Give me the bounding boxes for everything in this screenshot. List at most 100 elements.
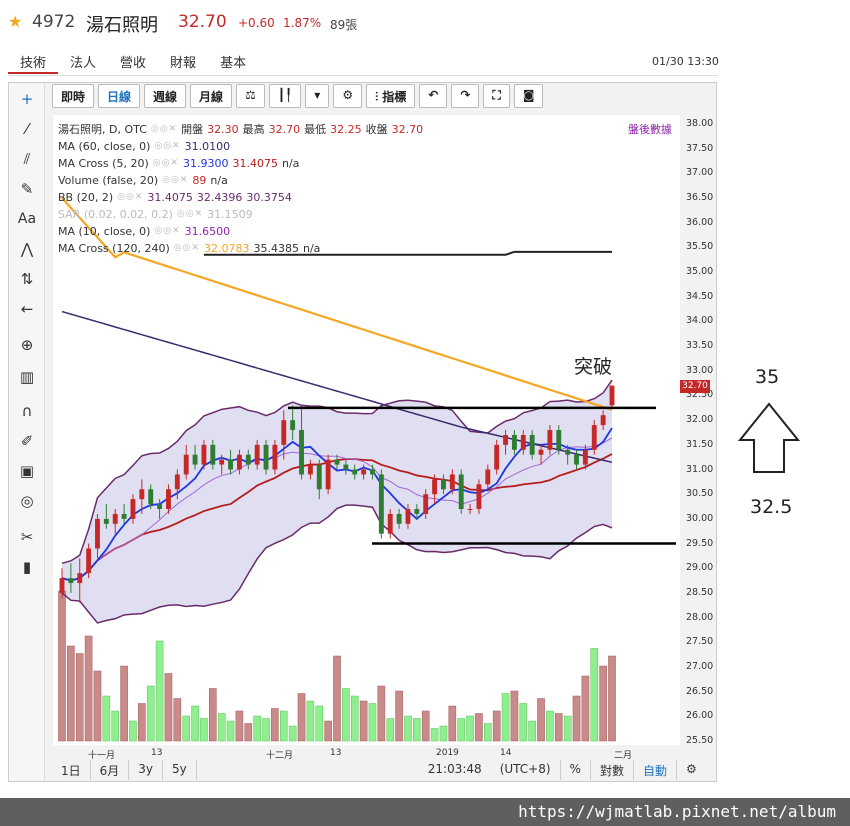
x-tick-label: 2019	[436, 748, 459, 758]
y-tick-label: 28.00	[686, 611, 714, 623]
sar-value: 31.1509	[207, 208, 253, 221]
macross120-v1: 32.0783	[203, 242, 250, 255]
candle-body	[263, 444, 269, 470]
stock-header: ★ 4972 湯石照明 32.70 +0.60 1.87% 89張	[0, 0, 850, 46]
volume-bar	[350, 695, 359, 742]
y-tick-label: 38.00	[686, 118, 714, 129]
volume-bar	[475, 713, 483, 742]
high-label: 最高	[242, 123, 265, 136]
candle-body	[307, 464, 313, 475]
candle-body	[299, 430, 304, 475]
y-tick-label: 35.50	[686, 241, 714, 253]
stock-volume: 89張	[330, 18, 358, 32]
y-tick-label: 26.00	[686, 710, 714, 722]
candle-body	[538, 449, 544, 455]
undo-icon[interactable]: ↶	[419, 84, 448, 108]
volume-bar	[111, 710, 120, 742]
macross5-v1: 31.9300	[182, 157, 229, 170]
tab-revenue[interactable]: 營收	[108, 50, 158, 74]
close-value: 32.70	[391, 123, 424, 136]
y-tick-label: 36.50	[686, 192, 714, 204]
redo-icon[interactable]: ↷	[451, 84, 480, 108]
volume-bar	[297, 693, 306, 742]
dropdown-icon[interactable]: ▾	[305, 84, 330, 108]
legend-macross5[interactable]: MA Cross (5, 20)	[58, 155, 149, 172]
compare-icon[interactable]: ⚖	[236, 84, 265, 108]
volume-bar	[271, 708, 279, 742]
monthly-button[interactable]: 月線	[190, 84, 233, 108]
legend-volume[interactable]: Volume (false, 20)	[58, 172, 158, 189]
volume-bar	[421, 710, 430, 742]
volume-bar	[457, 718, 465, 742]
y-tick-label: 27.00	[686, 660, 714, 672]
candle-body	[95, 518, 100, 549]
camera-icon[interactable]: ◙	[513, 84, 544, 108]
indicators-button[interactable]: ⫶ 指標	[366, 84, 416, 108]
realtime-button[interactable]: 即時	[52, 84, 95, 108]
candle-body	[316, 464, 322, 490]
volume-bar	[129, 720, 137, 742]
candle-body	[458, 474, 464, 510]
legend-macross120[interactable]: MA Cross (120, 240)	[58, 240, 170, 257]
tab-institutional[interactable]: 法人	[58, 50, 108, 74]
volume-bar	[528, 720, 536, 742]
settings-icon[interactable]: ⚙	[333, 84, 363, 108]
candle-body	[529, 434, 535, 455]
log-toggle[interactable]: 對數	[591, 760, 634, 780]
base-note: 32.5	[750, 496, 793, 518]
auto-toggle[interactable]: 自動	[634, 760, 677, 780]
volume-bar	[93, 670, 102, 742]
candle-body	[228, 459, 233, 470]
legend-sar[interactable]: SAR (0.02, 0.02, 0.2)	[58, 206, 173, 223]
volume-bar	[510, 690, 519, 742]
volume-bar	[191, 705, 199, 742]
y-tick-label: 30.50	[686, 488, 714, 500]
macross5-v2: 31.4075	[232, 157, 278, 170]
legend-bb[interactable]: BB (20, 2)	[58, 189, 113, 206]
volume-bar	[279, 710, 288, 742]
tab-financials[interactable]: 財報	[158, 50, 208, 74]
range-3y[interactable]: 3y	[129, 760, 164, 780]
weekly-button[interactable]: 週線	[144, 84, 187, 108]
candle-body	[210, 444, 216, 465]
candle-type-icon[interactable]: ┃╿	[268, 84, 302, 108]
volume-bar	[554, 713, 563, 742]
favorite-star-icon[interactable]: ★	[8, 12, 22, 31]
volume-bar	[67, 645, 75, 742]
high-value: 32.70	[268, 123, 301, 136]
watermark: https://wjmatlab.pixnet.net/album	[0, 798, 850, 826]
gear-icon[interactable]: ⚙	[677, 760, 706, 780]
volume-bar	[563, 715, 572, 742]
low-value: 32.25	[330, 123, 362, 136]
volume-bar	[84, 635, 93, 742]
candle-body	[174, 474, 180, 490]
daily-button[interactable]: 日線	[98, 84, 141, 108]
y-tick-label: 33.50	[686, 340, 714, 352]
volume-bar	[519, 703, 528, 742]
x-tick-label: 13	[151, 748, 163, 758]
y-tick-label: 31.50	[686, 438, 714, 450]
crosshair-icon[interactable]: +	[17, 89, 37, 109]
legend-ma60[interactable]: MA (60, close, 0)	[58, 138, 150, 155]
candle-body	[166, 489, 171, 510]
range-5y[interactable]: 5y	[163, 760, 197, 780]
clock-time: 21:03:48	[427, 762, 482, 776]
y-tick-label: 25.50	[686, 735, 714, 746]
percent-toggle[interactable]: %	[561, 760, 591, 780]
volume-bar	[537, 698, 545, 742]
fullscreen-icon[interactable]: ⛶	[483, 84, 510, 108]
candle-body	[148, 489, 154, 505]
candle-body	[565, 449, 571, 455]
range-6m[interactable]: 6月	[91, 760, 130, 780]
y-tick-label: 29.00	[686, 562, 714, 574]
tab-technical[interactable]: 技術	[8, 50, 59, 74]
candle-body	[352, 469, 358, 475]
close-label: 收盤	[365, 123, 388, 136]
legend-ma10[interactable]: MA (10, close, 0)	[58, 223, 150, 240]
tab-basic[interactable]: 基本	[208, 50, 258, 74]
after-hours-link[interactable]: 盤後數據	[628, 121, 672, 137]
volume-bar	[590, 648, 599, 742]
open-label: 開盤	[181, 123, 204, 136]
range-1d[interactable]: 1日	[52, 760, 91, 780]
y-tick-label: 37.00	[686, 167, 714, 179]
